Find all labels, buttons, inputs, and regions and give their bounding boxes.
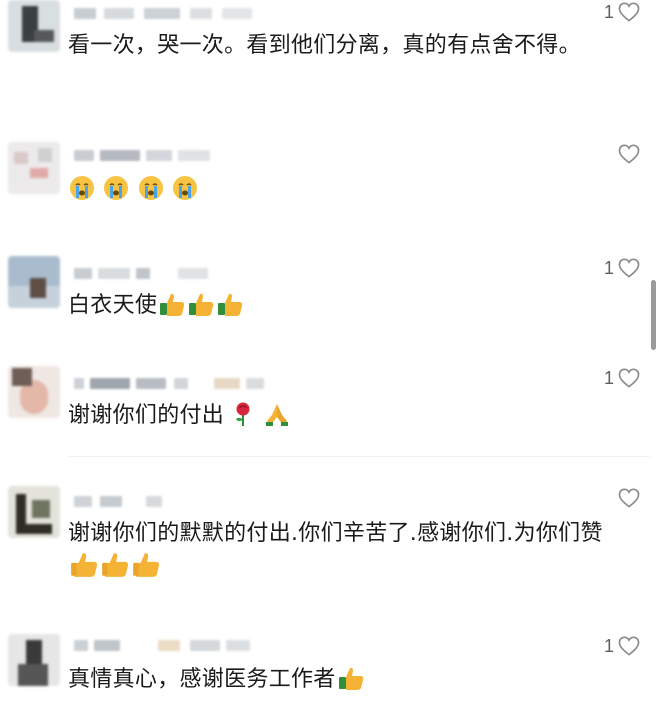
like-button[interactable]: [614, 142, 640, 166]
divider: [68, 456, 650, 457]
username-blurred[interactable]: [74, 4, 264, 24]
comment-item: [0, 142, 640, 222]
username-blurred[interactable]: [74, 636, 264, 656]
crying-face-icon: [70, 176, 94, 200]
crying-face-icon: [172, 176, 197, 200]
thumbs-up-icon: [189, 293, 214, 316]
thumbs-up-icon: [218, 293, 243, 316]
comment-item: 谢谢你们的默默的付出.你们辛苦了.感谢你们.为你们赞: [0, 486, 640, 596]
heart-icon: [618, 488, 640, 508]
like-button[interactable]: [614, 486, 640, 510]
avatar[interactable]: [8, 634, 60, 686]
avatar[interactable]: [8, 0, 60, 52]
heart-icon: [618, 2, 640, 22]
like-button[interactable]: 1: [604, 256, 640, 280]
comment-text: 谢谢你们的默默的付出.你们辛苦了.感谢你们.为你们赞: [68, 518, 628, 583]
comment-item: 1 谢谢你们的付出: [0, 366, 640, 446]
crying-face-icon: [104, 176, 129, 200]
heart-icon: [618, 144, 640, 164]
scrollbar[interactable]: [651, 280, 656, 350]
avatar[interactable]: [8, 256, 60, 308]
username-blurred[interactable]: [74, 492, 264, 512]
comment-item: 1 看一次，哭一次。看到他们分离，真的有点舍不得。: [0, 0, 640, 110]
comment-text: 看一次，哭一次。看到他们分离，真的有点舍不得。: [68, 33, 581, 58]
heart-icon: [618, 258, 640, 278]
thumbs-up-icon: [71, 553, 98, 577]
comment-item: 1 真情真心，感谢医务工作者: [0, 634, 640, 719]
like-count: 1: [603, 367, 614, 388]
like-count: 1: [603, 1, 614, 22]
thumbs-up-icon: [338, 667, 363, 690]
rose-icon: [236, 402, 250, 426]
like-count: 1: [603, 257, 614, 278]
avatar[interactable]: [8, 366, 60, 418]
thumbs-up-icon: [102, 553, 129, 577]
comment-text: 真情真心，感谢医务工作者: [68, 664, 628, 696]
heart-icon: [618, 636, 640, 656]
like-button[interactable]: 1: [604, 0, 640, 24]
avatar[interactable]: [8, 486, 60, 538]
comment-item: 1 白衣天使: [0, 256, 640, 336]
comment-text: 白衣天使: [68, 290, 628, 322]
comment-text: [68, 174, 628, 206]
comment-text: 谢谢你们的付出: [68, 400, 628, 432]
username-blurred[interactable]: [74, 146, 264, 166]
folded-hands-icon: [265, 404, 288, 426]
heart-icon: [618, 368, 640, 388]
like-count: 1: [603, 635, 614, 656]
username-blurred[interactable]: [74, 374, 264, 394]
like-button[interactable]: 1: [604, 634, 640, 658]
thumbs-up-icon: [133, 553, 160, 577]
avatar[interactable]: [8, 142, 60, 194]
username-blurred[interactable]: [74, 264, 264, 284]
like-button[interactable]: 1: [604, 366, 640, 390]
thumbs-up-icon: [160, 293, 185, 316]
crying-face-icon: [138, 176, 163, 200]
